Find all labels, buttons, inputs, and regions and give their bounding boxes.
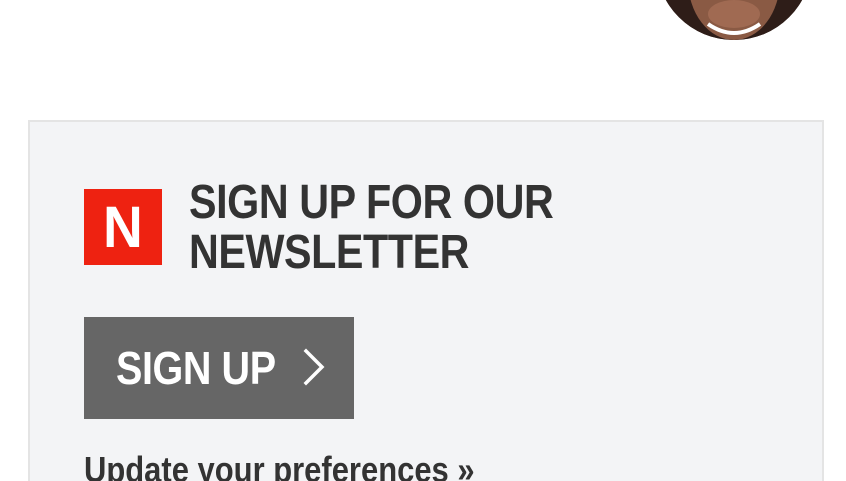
heading-line-1: SIGN UP FOR OUR [189,176,554,229]
n-logo-icon: N [84,189,162,265]
heading-line-2: NEWSLETTER [189,226,470,279]
newsletter-heading: SIGN UP FOR OUR NEWSLETTER [189,178,602,278]
avatar-photo-icon [656,0,812,40]
sign-up-button[interactable]: SIGN UP [84,317,354,419]
chevron-right-icon [303,348,325,386]
sign-up-label: SIGN UP [116,342,276,394]
page: N SIGN UP FOR OUR NEWSLETTER SIGN UP Upd… [0,0,846,481]
avatar[interactable] [656,0,812,40]
logo-letter: N [103,195,143,260]
update-preferences-link[interactable]: Update your preferences » [84,450,475,481]
newsletter-panel: N SIGN UP FOR OUR NEWSLETTER SIGN UP Upd… [28,120,824,481]
